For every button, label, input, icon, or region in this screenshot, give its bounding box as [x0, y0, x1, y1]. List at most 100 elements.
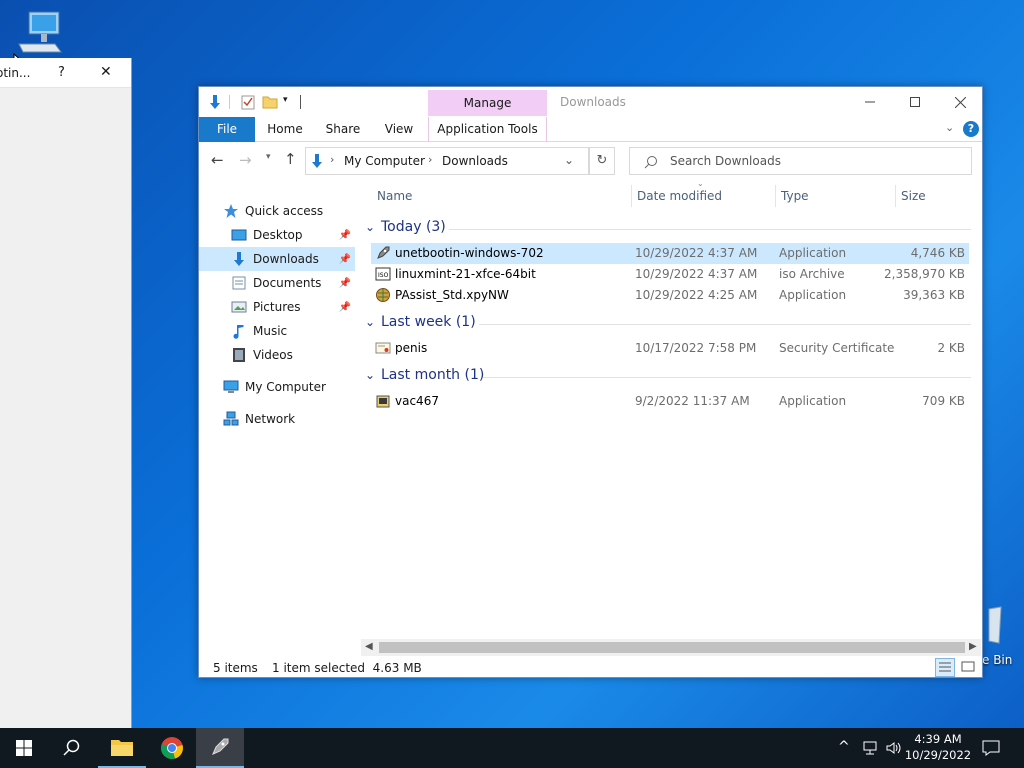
navigation-pane: Quick access Desktop 📌 Downloads 📌 Docum… [199, 195, 357, 645]
notifications-icon[interactable] [982, 739, 1000, 757]
file-row[interactable]: ISO linuxmint-21-xfce-64bit 10/29/2022 4… [371, 264, 969, 285]
details-view-icon [939, 662, 951, 672]
clock[interactable]: 4:39 AM 10/29/2022 [904, 731, 972, 763]
music-icon [233, 325, 244, 339]
horizontal-scrollbar[interactable]: ◀ ▶ [361, 639, 981, 656]
taskbar-unetbootin[interactable] [196, 728, 244, 768]
search-button[interactable] [48, 728, 96, 768]
maximize-button[interactable] [892, 87, 938, 117]
ribbon-expand-icon[interactable]: ⌄ [945, 121, 954, 134]
chrome-icon [161, 737, 183, 760]
installer-app-icon [376, 395, 390, 408]
up-arrow-icon[interactable]: ↑ [284, 150, 297, 168]
file-type: iso Archive [779, 267, 845, 281]
pin-icon[interactable]: 📌 [339, 302, 351, 313]
scroll-left-icon[interactable]: ◀ [365, 641, 373, 652]
taskbar-chrome[interactable] [148, 728, 196, 768]
desktop-icon-recycle-bin[interactable]: e Bin [980, 605, 1024, 669]
address-bar[interactable]: › My Computer › Downloads ⌄ [305, 147, 589, 175]
tab-file[interactable]: File [199, 117, 255, 142]
file-explorer-window[interactable]: ▾ Manage Downloads File Home Share View … [198, 86, 983, 678]
file-row[interactable]: PAssist_Std.xpyNW 10/29/2022 4:25 AM App… [371, 285, 969, 306]
minimize-button[interactable] [847, 87, 893, 117]
nav-item-quick-access[interactable]: Quick access [223, 199, 353, 223]
manage-context-tab[interactable]: Manage [428, 90, 547, 116]
volume-icon[interactable] [885, 740, 903, 756]
start-button[interactable] [0, 728, 48, 768]
certificate-icon [375, 342, 391, 354]
file-row[interactable]: penis 10/17/2022 7:58 PM Security Certif… [371, 338, 969, 359]
nav-item-desktop[interactable]: Desktop 📌 [231, 223, 355, 247]
iso-archive-icon: ISO [375, 267, 391, 281]
nav-item-pictures[interactable]: Pictures 📌 [231, 295, 355, 319]
close-button[interactable]: ✕ [100, 64, 112, 80]
background-window-titlebar[interactable]: otin... ? ✕ [0, 58, 131, 88]
pin-icon[interactable]: 📌 [339, 254, 351, 265]
recycle-bin-icon [988, 606, 1002, 644]
sort-indicator-icon: ⌄ [697, 179, 704, 188]
ribbon-tabs: File Home Share View Application Tools ⌄… [199, 117, 982, 142]
desktop-icon-computer[interactable] [14, 10, 64, 54]
file-row[interactable]: unetbootin-windows-702 10/29/2022 4:37 A… [371, 243, 969, 264]
new-folder-icon[interactable] [262, 94, 278, 110]
nav-item-network[interactable]: Network [223, 407, 353, 431]
taskbar-file-explorer[interactable] [98, 728, 146, 768]
group-header-last-month[interactable]: ⌄ Last month (1) [365, 367, 975, 387]
nav-item-my-computer[interactable]: My Computer [223, 375, 353, 399]
search-icon [63, 739, 80, 756]
column-header-type[interactable]: Type [781, 189, 809, 203]
nav-item-videos[interactable]: Videos [231, 343, 355, 367]
help-button[interactable]: ? [58, 65, 65, 80]
breadcrumb-downloads[interactable]: Downloads [442, 154, 508, 168]
show-hidden-icons[interactable]: ^ [838, 739, 850, 755]
group-header-today[interactable]: ⌄ Today (3) [365, 219, 975, 239]
nav-item-downloads[interactable]: Downloads 📌 [199, 247, 355, 271]
address-dropdown-icon[interactable]: ⌄ [564, 153, 574, 167]
column-header-name[interactable]: Name [377, 189, 412, 203]
help-icon[interactable]: ? [963, 121, 979, 137]
column-header-date[interactable]: Date modified [637, 189, 722, 203]
background-window[interactable]: otin... ? ✕ [0, 58, 132, 728]
properties-icon[interactable] [240, 94, 256, 110]
file-size: 2,358,970 KB [884, 267, 965, 281]
forward-arrow-icon[interactable]: → [239, 151, 252, 169]
recent-locations-icon[interactable]: ▾ [266, 152, 271, 162]
search-input[interactable]: Search Downloads [629, 147, 972, 175]
breadcrumb-my-computer[interactable]: My Computer [344, 154, 425, 168]
star-icon [224, 204, 238, 218]
column-header-size[interactable]: Size [901, 189, 926, 203]
close-button[interactable] [937, 87, 983, 117]
nav-label: Documents [253, 276, 322, 290]
file-date: 10/29/2022 4:37 AM [635, 267, 758, 281]
nav-label: Quick access [245, 204, 324, 218]
title-separator [300, 95, 301, 109]
tab-view[interactable]: View [375, 117, 423, 142]
nav-item-music[interactable]: Music [231, 319, 355, 343]
details-view-button[interactable] [935, 658, 955, 677]
nav-item-documents[interactable]: Documents 📌 [231, 271, 355, 295]
selection-info: 1 item selected 4.63 MB [272, 661, 422, 675]
tab-home[interactable]: Home [261, 117, 309, 142]
file-size: 4,746 KB [910, 246, 965, 260]
tab-application-tools[interactable]: Application Tools [428, 117, 547, 142]
tab-share[interactable]: Share [319, 117, 367, 142]
explorer-titlebar[interactable]: ▾ Manage Downloads [199, 87, 982, 117]
navigation-bar: ← → ▾ ↑ › My Computer › Downloads ⌄ ↻ Se… [199, 143, 982, 179]
pin-icon[interactable]: 📌 [339, 230, 351, 241]
scrollbar-thumb[interactable] [379, 642, 965, 653]
svg-text:ISO: ISO [378, 272, 389, 279]
file-date: 9/2/2022 11:37 AM [635, 394, 750, 408]
scroll-right-icon[interactable]: ▶ [969, 641, 977, 652]
nav-label: Downloads [253, 252, 319, 266]
qat-dropdown-icon[interactable]: ▾ [283, 95, 288, 105]
refresh-button[interactable]: ↻ [589, 147, 615, 175]
network-status-icon[interactable] [862, 740, 880, 756]
group-header-last-week[interactable]: ⌄ Last week (1) [365, 314, 975, 334]
file-row[interactable]: vac467 9/2/2022 11:37 AM Application 709… [371, 391, 969, 412]
download-arrow-icon[interactable] [207, 94, 223, 110]
pin-icon[interactable]: 📌 [339, 278, 351, 289]
file-name: unetbootin-windows-702 [395, 246, 544, 260]
file-date: 10/29/2022 4:37 AM [635, 246, 758, 260]
back-arrow-icon[interactable]: ← [211, 151, 224, 169]
large-icons-view-button[interactable] [959, 658, 979, 677]
